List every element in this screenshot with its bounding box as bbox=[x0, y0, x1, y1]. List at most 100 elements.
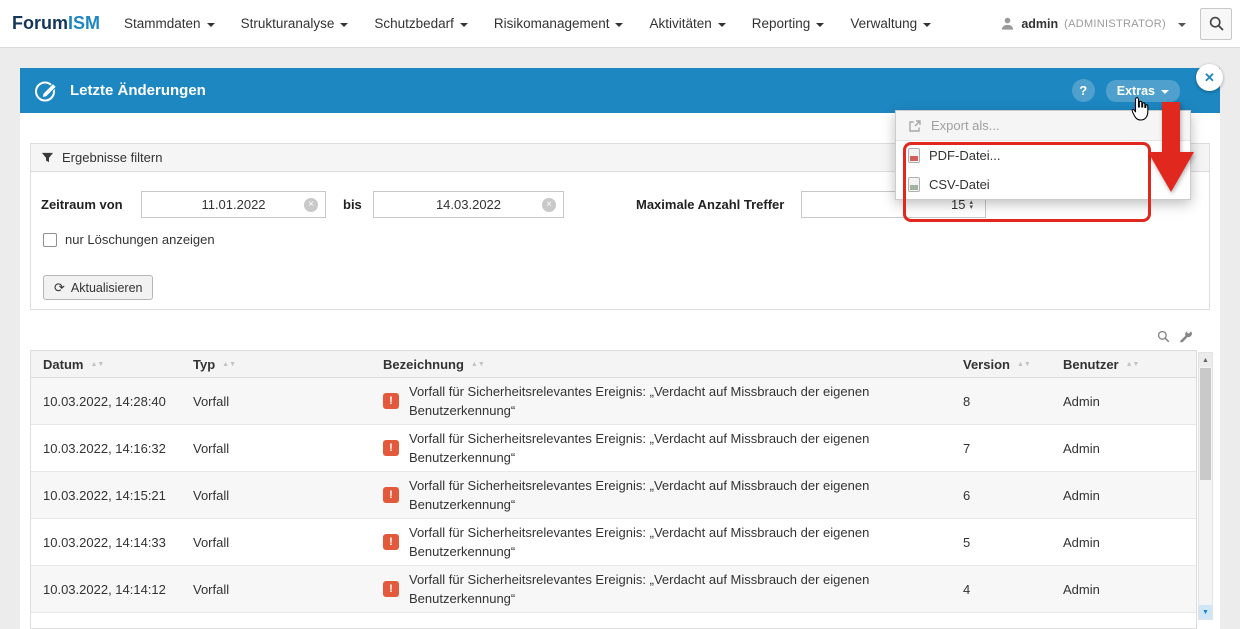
date-to-input[interactable]: 14.03.2022 × bbox=[373, 191, 564, 218]
cell-datum: 10.03.2022, 14:28:40 bbox=[31, 378, 181, 424]
menu-verwaltung-label: Verwaltung bbox=[850, 16, 917, 31]
incident-exclamation-icon: ! bbox=[383, 440, 399, 456]
date-from-input[interactable]: 11.01.2022 × bbox=[141, 191, 326, 218]
cell-benutzer: Admin bbox=[1051, 472, 1197, 518]
number-spinner[interactable]: ▴▾ bbox=[969, 200, 973, 210]
logo-ism: ISM bbox=[68, 13, 100, 33]
filter-funnel-icon bbox=[41, 151, 54, 164]
cell-benutzer: Admin bbox=[1051, 425, 1197, 471]
table-row[interactable]: 10.03.2022, 14:14:12 Vorfall !Vorfall fü… bbox=[31, 566, 1196, 613]
cell-benutzer: Admin bbox=[1051, 378, 1197, 424]
menu-item-pdf-export[interactable]: PDF-Datei... bbox=[896, 141, 1190, 170]
clear-icon[interactable]: × bbox=[304, 198, 318, 212]
table-row[interactable]: 10.03.2022, 14:16:32 Vorfall !Vorfall fü… bbox=[31, 425, 1196, 472]
date-to-label: bis bbox=[343, 197, 362, 212]
cell-bezeichnung: !Vorfall für Sicherheitsrelevantes Ereig… bbox=[371, 425, 951, 471]
menu-reporting-label: Reporting bbox=[752, 16, 811, 31]
caret-down-icon bbox=[718, 23, 726, 27]
caret-down-icon bbox=[615, 23, 623, 27]
date-from-value: 11.01.2022 bbox=[201, 197, 265, 212]
app-logo[interactable]: ForumISM bbox=[12, 13, 100, 34]
logo-forum: Forum bbox=[12, 13, 68, 33]
pencil-circle-icon bbox=[34, 78, 60, 103]
vertical-scrollbar[interactable]: ▲ ▼ bbox=[1198, 352, 1213, 620]
cell-version: 6 bbox=[951, 472, 1051, 518]
page-title: Letzte Änderungen bbox=[70, 82, 206, 99]
cell-datum: 10.03.2022, 14:14:33 bbox=[31, 519, 181, 565]
column-header-bezeichnung[interactable]: Bezeichnung▲▼ bbox=[371, 351, 951, 377]
menu-item-csv-export[interactable]: CSV-Datei bbox=[896, 170, 1190, 199]
menu-risikomanagement[interactable]: Risikomanagement bbox=[494, 16, 624, 31]
cell-benutzer: Admin bbox=[1051, 566, 1197, 612]
spinner-down-icon[interactable]: ▾ bbox=[969, 205, 973, 210]
scrollbar-down-icon[interactable]: ▼ bbox=[1199, 605, 1212, 619]
extras-label: Extras bbox=[1117, 84, 1155, 98]
close-button[interactable]: ✕ bbox=[1196, 64, 1223, 91]
search-icon bbox=[1209, 16, 1224, 31]
menu-stammdaten[interactable]: Stammdaten bbox=[124, 16, 215, 31]
max-results-label: Maximale Anzahl Treffer bbox=[636, 197, 784, 212]
panel-header-actions: ? Extras bbox=[1072, 79, 1180, 102]
main-menu: Stammdaten Strukturanalyse Schutzbedarf … bbox=[124, 16, 931, 31]
export-icon bbox=[908, 119, 922, 133]
search-button[interactable] bbox=[1200, 8, 1232, 40]
caret-down-icon bbox=[923, 23, 931, 27]
extras-button[interactable]: Extras bbox=[1106, 80, 1180, 102]
scrollbar-thumb[interactable] bbox=[1200, 368, 1211, 480]
column-header-version[interactable]: Version▲▼ bbox=[951, 351, 1051, 377]
table-row-partial bbox=[31, 613, 1196, 629]
sort-icon: ▲▼ bbox=[222, 361, 236, 368]
cell-version: 4 bbox=[951, 566, 1051, 612]
caret-down-icon bbox=[207, 23, 215, 27]
table-row[interactable]: 10.03.2022, 14:28:40 Vorfall !Vorfall fü… bbox=[31, 378, 1196, 425]
incident-exclamation-icon: ! bbox=[383, 487, 399, 503]
cell-typ: Vorfall bbox=[181, 566, 371, 612]
cell-typ: Vorfall bbox=[181, 472, 371, 518]
menu-risikomanagement-label: Risikomanagement bbox=[494, 16, 610, 31]
column-header-typ[interactable]: Typ▲▼ bbox=[181, 351, 371, 377]
menu-aktivitaeten[interactable]: Aktivitäten bbox=[649, 16, 725, 31]
sort-icon: ▲▼ bbox=[471, 361, 485, 368]
csv-export-label: CSV-Datei bbox=[929, 177, 990, 192]
cell-typ: Vorfall bbox=[181, 378, 371, 424]
incident-exclamation-icon: ! bbox=[383, 581, 399, 597]
filter-title: Ergebnisse filtern bbox=[62, 150, 162, 165]
deletions-only-checkbox[interactable] bbox=[43, 233, 57, 247]
user-name: admin bbox=[1021, 17, 1058, 31]
refresh-icon: ⟳ bbox=[54, 281, 65, 294]
column-header-benutzer[interactable]: Benutzer▲▼ bbox=[1051, 351, 1197, 377]
table-header-row: Datum▲▼ Typ▲▼ Bezeichnung▲▼ Version▲▼ Be… bbox=[31, 351, 1196, 378]
menu-schutzbedarf[interactable]: Schutzbedarf bbox=[374, 16, 468, 31]
column-header-datum[interactable]: Datum▲▼ bbox=[31, 351, 181, 377]
cell-bezeichnung: !Vorfall für Sicherheitsrelevantes Ereig… bbox=[371, 519, 951, 565]
menu-verwaltung[interactable]: Verwaltung bbox=[850, 16, 931, 31]
sort-icon: ▲▼ bbox=[1126, 361, 1140, 368]
caret-down-icon bbox=[1178, 23, 1186, 27]
date-from-label: Zeitraum von bbox=[41, 197, 123, 212]
sort-icon: ▲▼ bbox=[1017, 361, 1031, 368]
incident-exclamation-icon: ! bbox=[383, 534, 399, 550]
clear-icon[interactable]: × bbox=[542, 198, 556, 212]
table-search-icon[interactable] bbox=[1157, 330, 1170, 343]
cell-bezeichnung: !Vorfall für Sicherheitsrelevantes Ereig… bbox=[371, 566, 951, 612]
help-button[interactable]: ? bbox=[1072, 79, 1095, 102]
menu-strukturanalyse[interactable]: Strukturanalyse bbox=[241, 16, 349, 31]
deletions-checkbox-row: nur Löschungen anzeigen bbox=[43, 232, 215, 247]
menu-reporting[interactable]: Reporting bbox=[752, 16, 825, 31]
menu-aktivitaeten-label: Aktivitäten bbox=[649, 16, 711, 31]
cell-bezeichnung: !Vorfall für Sicherheitsrelevantes Ereig… bbox=[371, 378, 951, 424]
table-row[interactable]: 10.03.2022, 14:14:33 Vorfall !Vorfall fü… bbox=[31, 519, 1196, 566]
pdf-export-label: PDF-Datei... bbox=[929, 148, 1001, 163]
scrollbar-up-icon[interactable]: ▲ bbox=[1199, 353, 1212, 367]
cell-version: 7 bbox=[951, 425, 1051, 471]
user-menu[interactable]: admin (ADMINISTRATOR) bbox=[1000, 16, 1186, 31]
table-settings-wrench-icon[interactable] bbox=[1179, 330, 1192, 343]
refresh-label: Aktualisieren bbox=[71, 281, 143, 295]
refresh-button[interactable]: ⟳ Aktualisieren bbox=[43, 275, 153, 300]
table-row[interactable]: 10.03.2022, 14:15:21 Vorfall !Vorfall fü… bbox=[31, 472, 1196, 519]
menu-schutzbedarf-label: Schutzbedarf bbox=[374, 16, 454, 31]
caret-down-icon bbox=[816, 23, 824, 27]
cell-benutzer: Admin bbox=[1051, 519, 1197, 565]
nav-right-area: admin (ADMINISTRATOR) bbox=[1000, 8, 1232, 40]
table-tools bbox=[1157, 330, 1192, 343]
